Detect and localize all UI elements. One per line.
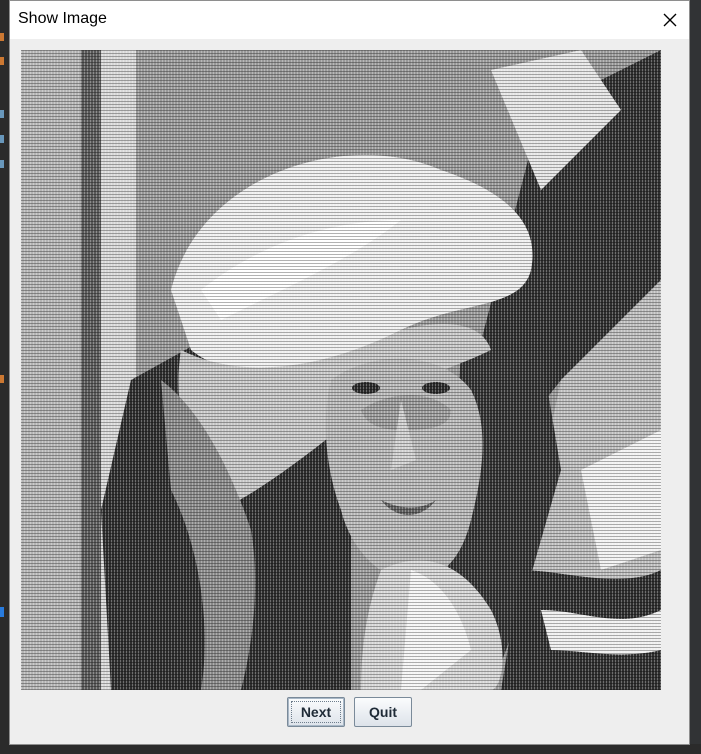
next-button[interactable]: Next [287,697,345,727]
background-mark [0,110,4,118]
button-row: Next Quit [10,697,689,731]
background-mark [0,607,4,617]
background-mark [0,57,4,65]
content-pane: Next Quit [10,39,689,744]
dithered-portrait-image [21,50,661,690]
title-bar: Show Image [10,1,689,39]
quit-button[interactable]: Quit [354,697,412,727]
background-mark [0,160,4,168]
background-panel-bottom [0,744,701,754]
image-panel [21,50,661,690]
background-mark [0,135,4,143]
close-icon [663,13,677,27]
window-title: Show Image [18,10,107,27]
background-panel-right [690,0,701,754]
background-mark [0,33,4,41]
close-button[interactable] [655,5,685,35]
background-mark [0,375,4,383]
show-image-window: Show Image Next Quit [9,0,690,745]
